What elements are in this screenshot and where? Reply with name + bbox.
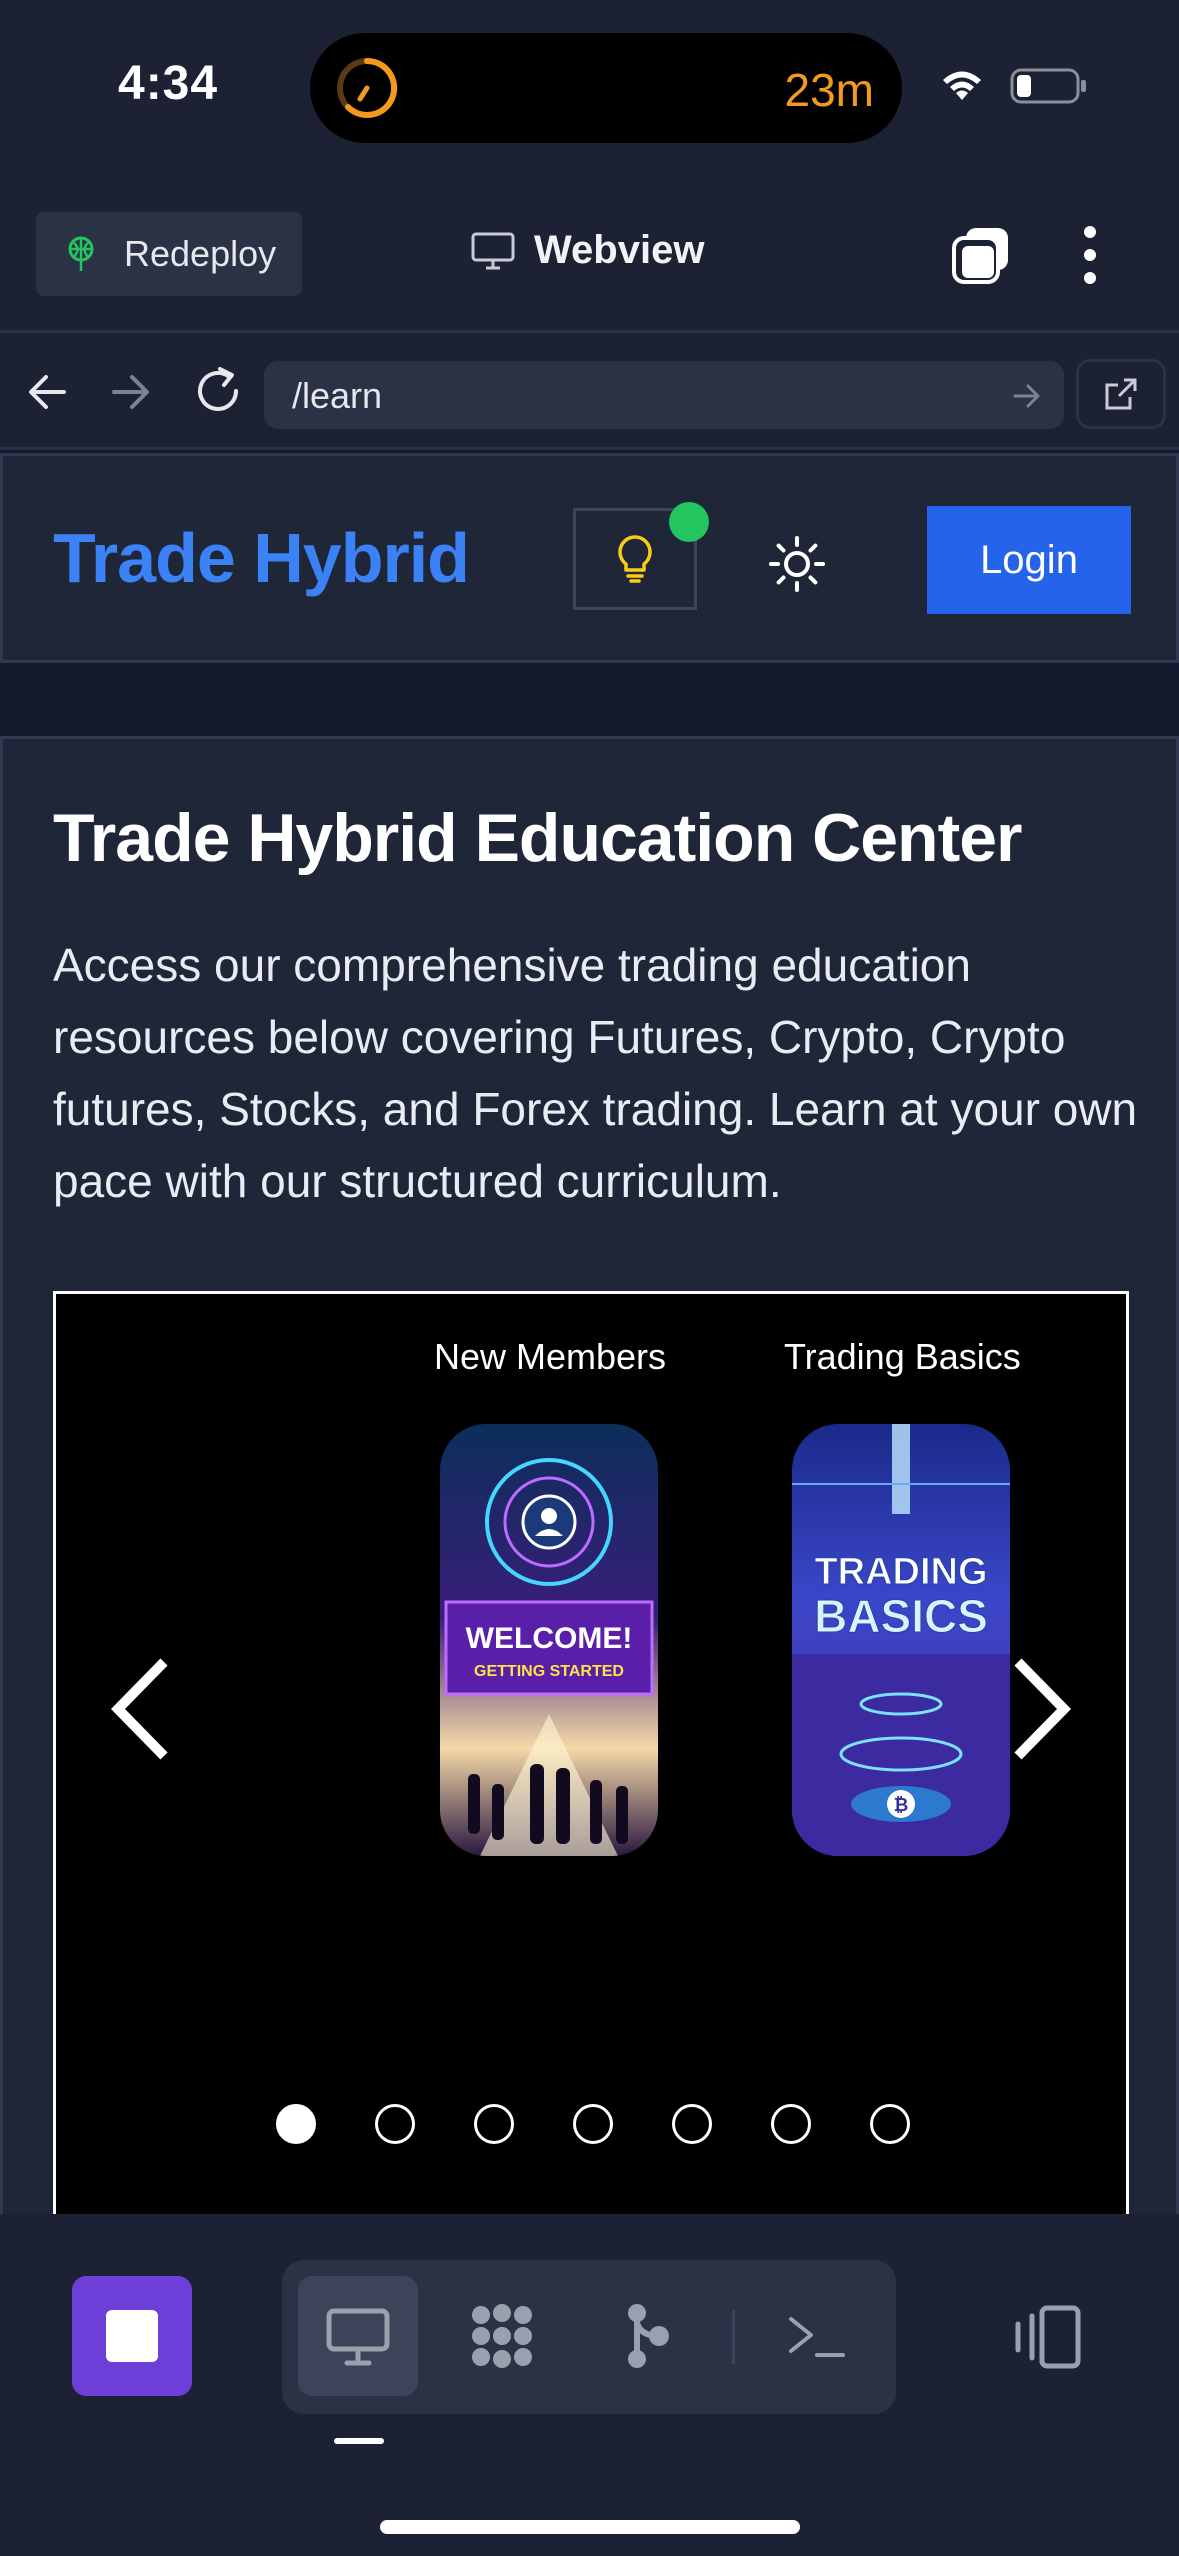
carousel-prev-icon[interactable] (106, 1654, 176, 1764)
carousel-pagination (276, 2104, 969, 2144)
tool-group (282, 2260, 896, 2414)
open-external-icon (1105, 378, 1137, 410)
carousel-next-icon[interactable] (1006, 1654, 1076, 1764)
notification-dot (669, 502, 709, 542)
slide-card-new-members[interactable]: WELCOME! GETTING STARTED (440, 1424, 658, 1856)
sun-icon[interactable] (767, 534, 827, 594)
course-carousel: New Members Trading Basics WELCOME! GETT… (53, 1291, 1129, 2214)
lightbulb-icon (618, 535, 652, 583)
redeploy-icon (68, 236, 94, 271)
page-title: Trade Hybrid Education Center (53, 800, 1023, 876)
education-center-card: Trade Hybrid Education Center Access our… (0, 736, 1179, 2214)
brand-logo[interactable]: Trade Hybrid (53, 518, 470, 598)
monitor-icon (471, 232, 515, 269)
redeploy-label: Redeploy (124, 233, 277, 274)
welcome-illustration: WELCOME! GETTING STARTED (440, 1424, 658, 1856)
carousel-dot[interactable] (771, 2104, 811, 2144)
timer-text: 23m (784, 64, 874, 116)
wifi-icon (943, 71, 981, 100)
home-indicator (380, 2520, 800, 2534)
stop-icon (106, 2310, 158, 2362)
site-header: Trade Hybrid Login (0, 453, 1179, 663)
card-text-trading: TRADING (814, 1551, 987, 1593)
stop-button[interactable] (72, 2276, 192, 2396)
card-text-welcome: WELCOME! (466, 1622, 633, 1655)
apps-grid-icon (472, 2304, 532, 2368)
monitor-icon (326, 2308, 390, 2366)
status-bar: 4:34 23m (0, 0, 1179, 180)
webview-label: Webview (534, 228, 705, 272)
intro-text: Access our comprehensive trading educati… (53, 939, 1138, 1207)
card-text-basics: BASICS (814, 1590, 988, 1642)
login-button[interactable]: Login (927, 506, 1131, 614)
carousel-dot[interactable] (474, 2104, 514, 2144)
terminal-icon (789, 2317, 845, 2357)
devices-icon[interactable] (1010, 2304, 1082, 2370)
more-vertical-icon[interactable] (1070, 224, 1110, 286)
svg-text:₿: ₿ (894, 1795, 909, 1815)
redeploy-button[interactable]: Redeploy (36, 212, 302, 296)
apps-tool-button[interactable] (442, 2276, 562, 2396)
carousel-dot[interactable] (573, 2104, 613, 2144)
url-bar: /learn (0, 330, 1179, 450)
webview-title[interactable]: Webview (470, 228, 704, 273)
timer-icon (337, 57, 398, 118)
shell-tool-button[interactable] (756, 2276, 876, 2396)
url-input[interactable]: /learn (264, 361, 1064, 429)
dynamic-island[interactable]: 23m (310, 33, 902, 143)
carousel-dot[interactable] (375, 2104, 415, 2144)
battery-icon (1010, 68, 1086, 104)
webview-tool-button[interactable] (298, 2276, 418, 2396)
slide-label-trading-basics: Trading Basics (784, 1336, 1021, 1377)
back-arrow-icon[interactable] (24, 369, 70, 415)
slide-card-trading-basics[interactable]: TRADING BASICS ₿ (792, 1424, 1010, 1856)
toolbar-divider (732, 2310, 735, 2364)
git-branch-icon (628, 2304, 669, 2368)
replit-top-bar: Redeploy Webview (0, 180, 1179, 330)
carousel-dot[interactable] (672, 2104, 712, 2144)
git-tool-button[interactable] (586, 2276, 706, 2396)
open-external-button[interactable] (1076, 359, 1166, 429)
active-tab-indicator (334, 2438, 384, 2444)
status-time: 4:34 (118, 57, 219, 110)
carousel-dot[interactable] (870, 2104, 910, 2144)
tabs-icon[interactable] (950, 224, 1012, 286)
bottom-toolbar (0, 2214, 1179, 2556)
carousel-dot[interactable] (276, 2104, 316, 2144)
slide-label-new-members: New Members (434, 1336, 667, 1377)
url-text: /learn (292, 375, 383, 416)
trading-basics-illustration: TRADING BASICS ₿ (792, 1424, 1010, 1856)
reload-icon[interactable] (192, 365, 244, 417)
go-arrow-icon[interactable] (1012, 381, 1042, 411)
webview-content: Trade Hybrid Login Trade Hybrid Educatio… (0, 450, 1179, 2214)
forward-arrow-icon[interactable] (108, 369, 154, 415)
card-text-getting-started: GETTING STARTED (474, 1663, 624, 1680)
